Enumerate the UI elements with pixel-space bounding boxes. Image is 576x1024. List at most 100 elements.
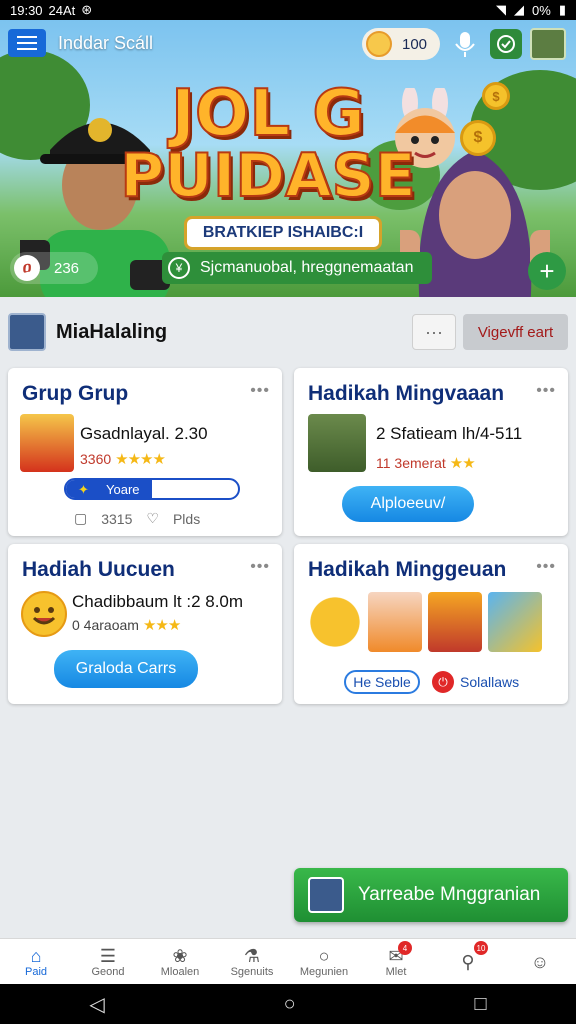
nav-item-mail[interactable]: ✉ 4 Mlet [360, 939, 432, 984]
check-circle-icon [497, 35, 515, 53]
home-circle-icon[interactable]: ○ [284, 993, 296, 1016]
user-name: MiaHalaling [56, 320, 168, 343]
coin-avatar-icon [366, 31, 392, 57]
chip-link[interactable]: ⏻ Solallaws [432, 670, 528, 694]
smiley-icon [21, 591, 67, 637]
group-icon: ❀ [172, 945, 188, 966]
star-rating: ★★ [449, 455, 476, 472]
nav-item-group[interactable]: ❀ Mloalen [144, 939, 216, 984]
character-thumbnail[interactable] [368, 592, 422, 652]
check-button[interactable] [490, 29, 522, 59]
card-menu-icon[interactable]: ••• [250, 558, 270, 576]
smile-icon: ☺ [530, 951, 550, 972]
user-row: MiaHalaling ··· Vigevff eart [0, 308, 576, 356]
coin-icon: $ [460, 120, 496, 156]
nav-label: Mlet [385, 965, 407, 978]
item-meta: 0 4araoam ★★★ [72, 616, 181, 634]
bookmark-icon[interactable]: ▢ [74, 510, 87, 527]
card-actions: ▢ 3315 ♡ Plds [74, 510, 200, 527]
signal-icon: ◢ [514, 2, 525, 17]
power-icon: ⏻ [432, 671, 454, 693]
likes-count: 236 [54, 259, 80, 277]
cta-label: Yarreabe Mnggranian [358, 884, 541, 905]
player-thumbnail[interactable] [428, 592, 482, 652]
card-title: Hadiah Uucuen [22, 558, 175, 581]
star-rating: ★★★ [142, 617, 181, 634]
corn-thumbnail[interactable] [488, 592, 542, 652]
card-menu-icon[interactable]: ••• [536, 558, 556, 576]
circle-icon: ○ [318, 945, 330, 966]
sync-icon: ⊛ [81, 2, 93, 17]
card-hadikah-minggeuan[interactable]: Hadikah Minggeuan ••• He Seble ⏻ Solalla… [294, 544, 568, 704]
item-title: Gsadnlayal. 2.30 [80, 424, 208, 443]
card-title: Hadikah Minggeuan [308, 558, 507, 581]
card-title: Hadikah Mingvaaan [308, 382, 505, 405]
nav-label: Paid [24, 965, 48, 978]
more-options-button[interactable]: ··· [412, 314, 456, 350]
microphone-icon[interactable] [452, 30, 478, 58]
card-menu-icon[interactable]: ••• [536, 382, 556, 400]
card-hadikah-mingvaaan[interactable]: Hadikah Mingvaaan ••• 2 Sfatieam lh/4-51… [294, 368, 568, 536]
likes-counter[interactable]: ዐ 236 [10, 252, 98, 284]
card-hadiah-uucuen[interactable]: Hadiah Uucuen ••• Chadibbaum lt :2 8.0m … [8, 544, 282, 704]
nav-item-home[interactable]: ⌂ Paid [0, 939, 72, 984]
item-count: 11 3emerat [376, 455, 446, 471]
floating-cta-button[interactable]: Yarreabe Mnggranian [294, 868, 568, 922]
thumbs-icon: ✦ [78, 482, 89, 497]
banner-subtitle: BRATKIEP ISHAIBC:I [184, 216, 382, 250]
notification-badge: 10 [474, 941, 488, 955]
stat-count: 3315 [101, 510, 133, 527]
add-button[interactable]: + [528, 252, 566, 290]
pin-icon: ⚲ [461, 951, 475, 972]
status-battery: 0% [532, 2, 551, 18]
coin-counter[interactable]: 100 [362, 28, 440, 60]
item-count: 3360 [80, 451, 112, 467]
nav-item-pin[interactable]: ⚲ 10 [432, 939, 504, 984]
nav-item-smile[interactable]: ☺ [504, 939, 576, 984]
app-title: Inddar Scáll [58, 32, 154, 53]
chip-button[interactable]: He Seble [344, 670, 420, 694]
stat-label: Plds [172, 510, 201, 527]
item-title: Chadibbaum lt :2 8.0m [72, 592, 244, 611]
game-thumbnail [20, 414, 74, 472]
top-nav: Inddar Scáll 100 [0, 26, 576, 60]
card-title: Grup Grup [22, 382, 129, 405]
hero-banner[interactable]: $ $ Inddar Scáll 100 JOL G PUIDASE BRATK… [0, 20, 576, 297]
heart-icon[interactable]: ♡ [146, 510, 159, 527]
coin-count: 100 [402, 35, 428, 53]
card-grup[interactable]: Grup Grup ••• Gsadnlayal. 2.30 3360 ★★★★… [8, 368, 282, 536]
reward-thumbnails [308, 592, 542, 652]
yen-icon: ¥ [168, 257, 190, 279]
star-rating: ★★★★ [115, 451, 166, 468]
nav-item-list[interactable]: ☰ Geond [72, 939, 144, 984]
notification-badge: 4 [398, 941, 412, 955]
smiley-thumbnail[interactable] [308, 592, 362, 652]
promo-button[interactable]: ¥ Sjcmanuobal, hreggnemaatan [162, 252, 432, 284]
status-bar: 19:30 24At ⊛ ◥ ◢ 0% ▮ [0, 0, 576, 20]
menu-button[interactable] [8, 29, 46, 57]
status-carrier: 24At [48, 2, 76, 18]
view-button[interactable]: Vigevff eart [463, 314, 568, 350]
back-icon[interactable]: ◁ [89, 992, 104, 1017]
progress-label: Yoare [106, 482, 140, 497]
bottom-nav: ⌂ Paid ☰ Geond ❀ Mloalen ⚗ Sgenuits ○ Me… [0, 938, 576, 984]
game-thumbnail [308, 414, 366, 472]
nav-item-flask[interactable]: ⚗ Sgenuits [216, 939, 288, 984]
recents-icon[interactable]: □ [474, 993, 486, 1016]
nav-label: Mloalen [160, 965, 200, 978]
apply-button[interactable]: Alploeeuv/ [342, 486, 474, 522]
home-icon: ⌂ [30, 945, 42, 966]
list-icon: ☰ [99, 945, 117, 966]
wifi-icon: ◥ [496, 2, 507, 17]
profile-avatar-button[interactable] [530, 28, 566, 60]
progress-bar[interactable]: ✦ Yoare [64, 478, 240, 500]
nav-label: Geond [91, 965, 125, 978]
nav-item-circle[interactable]: ○ Megunien [288, 939, 360, 984]
item-meta: 3360 ★★★★ [80, 450, 166, 468]
nav-label: Megunien [299, 965, 349, 978]
user-avatar[interactable] [8, 313, 46, 351]
claim-button[interactable]: Graloda Carrs [54, 650, 198, 688]
banner-title-line2: PUIDASE [119, 141, 416, 211]
card-menu-icon[interactable]: ••• [250, 382, 270, 400]
status-time: 19:30 [10, 2, 43, 18]
